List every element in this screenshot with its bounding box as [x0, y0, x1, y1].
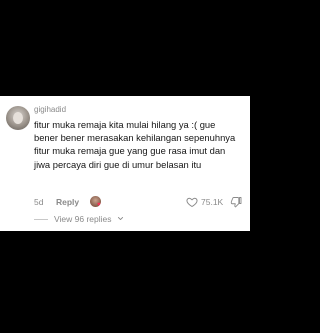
like-count: 75.1K [201, 197, 224, 207]
comment-text: fitur muka remaja kita mulai hilang ya :… [34, 119, 236, 170]
replies-divider [34, 219, 48, 220]
view-replies-label: View 96 replies [54, 214, 112, 224]
comment-timestamp: 5d [34, 197, 44, 207]
reply-button[interactable]: Reply [56, 196, 79, 208]
avatar-face [13, 112, 23, 124]
avatar[interactable] [6, 106, 30, 130]
comment-username[interactable]: gigihadid [34, 105, 66, 115]
heart-outline-icon[interactable] [186, 196, 198, 208]
comment-meta-row: 5d Reply ♥ 75.1K [34, 196, 244, 208]
chevron-down-icon [117, 216, 124, 221]
comment-card: gigihadid fitur muka remaja kita mulai h… [0, 96, 250, 231]
thumbs-down-icon[interactable] [230, 196, 242, 208]
creator-heart-icon: ♥ [97, 202, 101, 208]
